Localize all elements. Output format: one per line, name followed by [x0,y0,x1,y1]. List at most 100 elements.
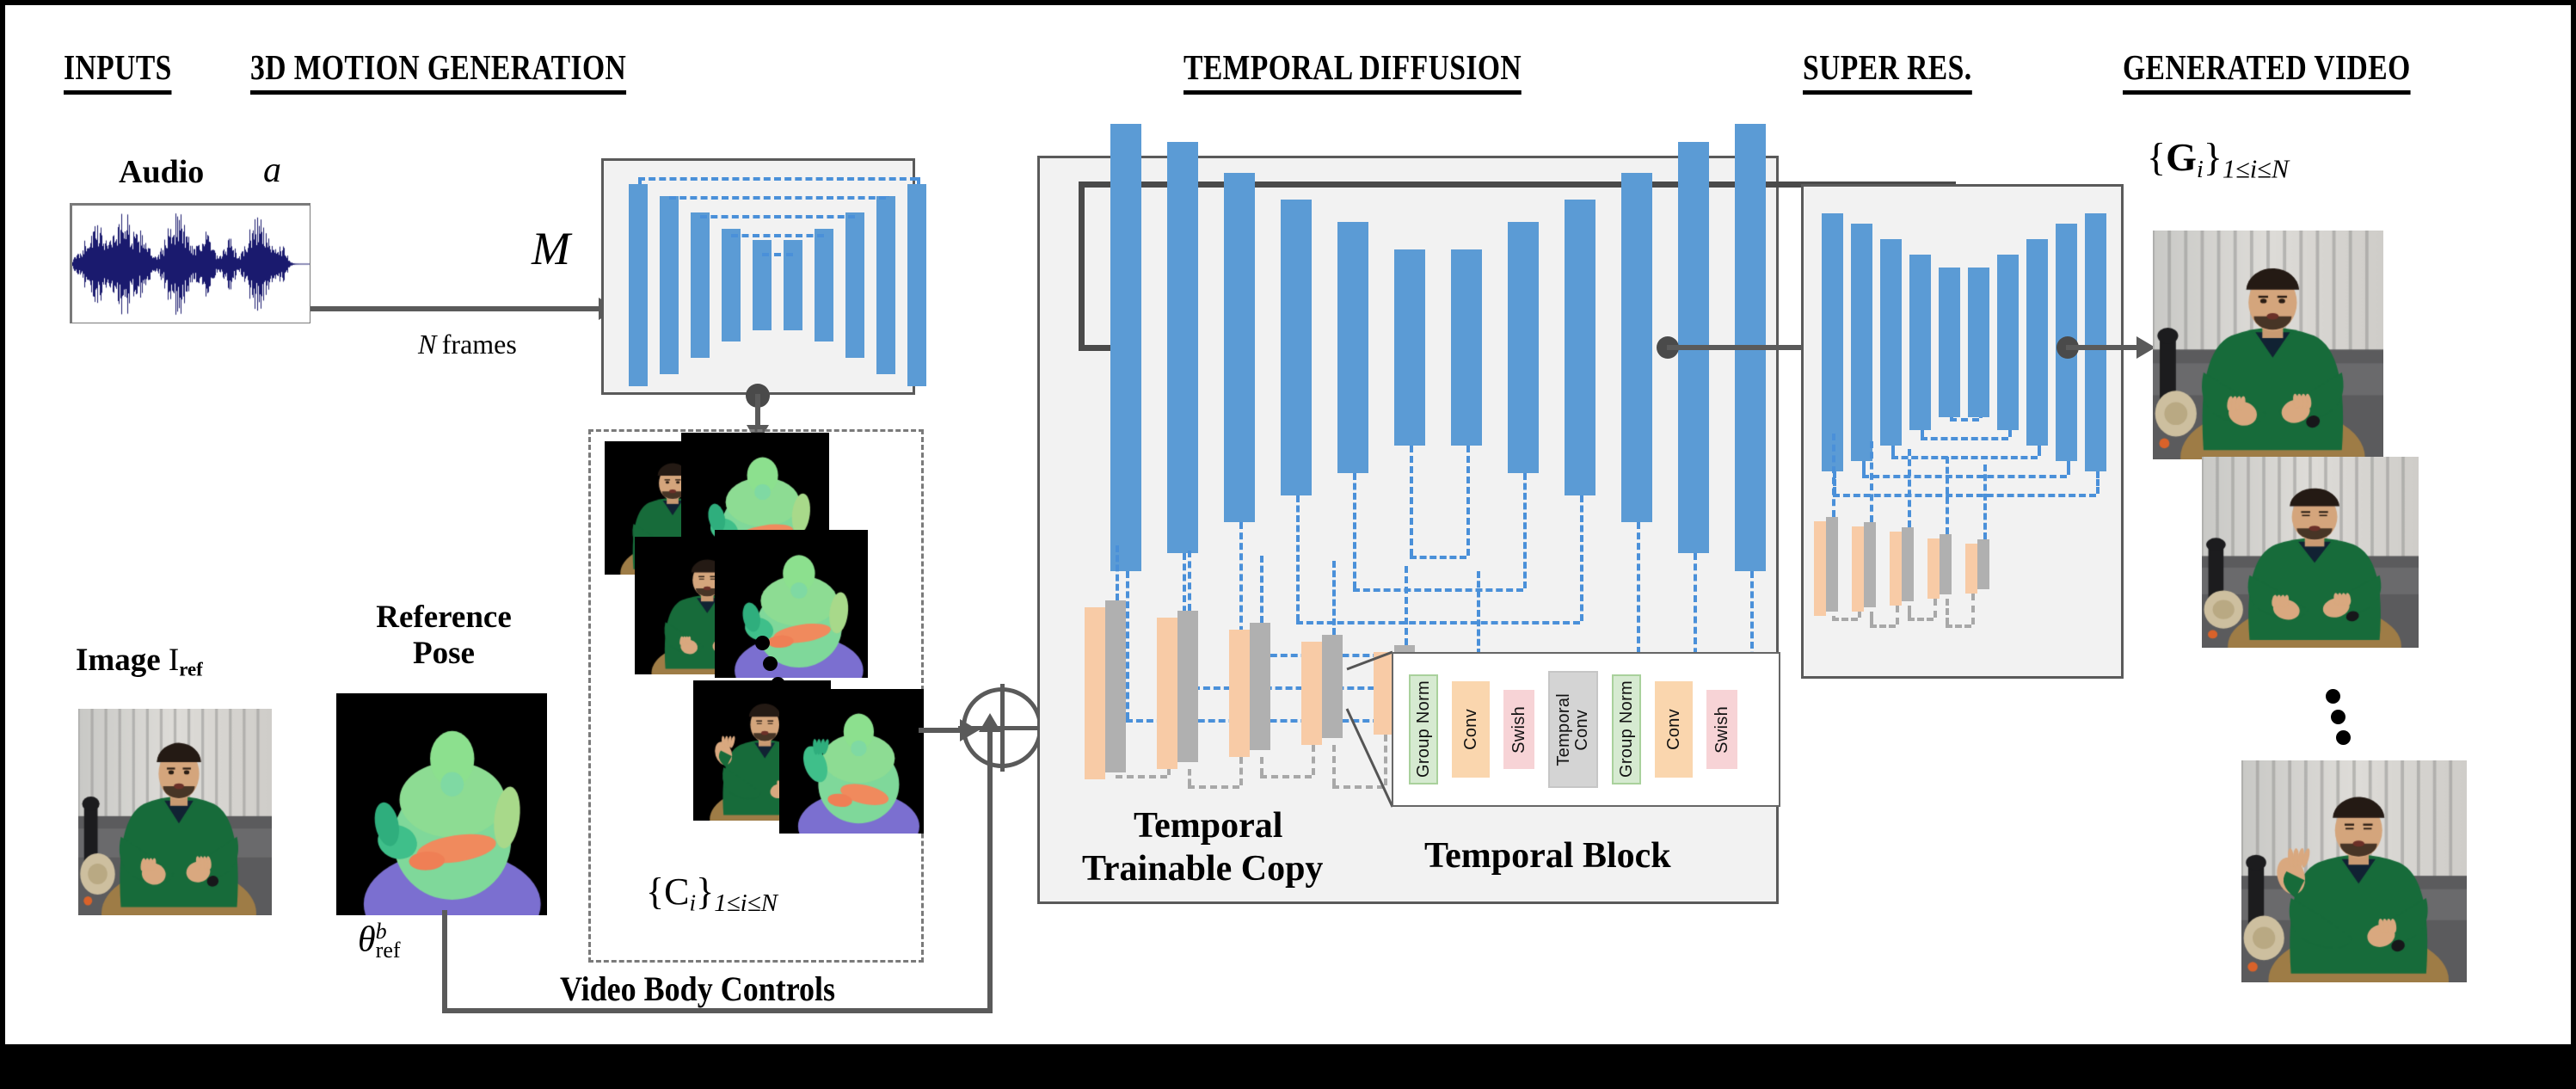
diffusion-unet-bar [1394,249,1425,446]
diffusion-unet-bar [1621,173,1652,522]
feedback-left-line [1079,182,1085,349]
conv-2-chip: Conv [1655,681,1693,778]
section-header-superres: SUPER RES. [1803,46,1972,95]
superres-skip-link [1949,418,1979,421]
output-index-i: i [2196,156,2204,183]
pose-down-line [442,910,447,1013]
frozen-to-copy-link [1260,556,1263,623]
temporal-block-caption: Temporal Block [1424,836,1671,876]
diffusion-unet-bar [1167,141,1198,554]
swish-1-chip: Swish [1503,690,1534,769]
sr-copy-skip-seg [1858,611,1861,618]
frames-word: frames [441,329,517,360]
section-header-inputs: INPUTS [64,46,172,95]
generated-frames-ellipsis [2326,689,2351,745]
pose-label-line1: Reference [376,600,512,635]
frozen-to-copy-link [1332,561,1336,635]
sr-copy-skip-link [1870,624,1896,628]
set-symbol-C: C [664,871,690,913]
copy-skip-seg [1260,757,1263,775]
group-norm-2-chip: Group Norm [1612,674,1641,784]
theta-glyph: θ [358,920,376,960]
sr-copy-bar-conv [1814,521,1826,616]
motion-skip-link [700,215,855,218]
controls-set-notation: {Ci}1≤i≤N [646,870,778,918]
pose-up-line [987,732,993,1012]
diffusion-skip-link [1296,621,1580,624]
superres-unet-bar [1968,268,1989,417]
edge-label-n-frames: N frames [418,329,517,360]
video-body-controls-caption: Video Body Controls [560,969,836,1008]
output-symbol-G: G [2166,135,2197,179]
superres-unet-bar [1909,255,1931,430]
image-symbol-sub: ref [179,658,203,680]
superres-skip-seg [2007,430,2012,437]
motion-skip-link [762,253,793,256]
sum-junction [958,684,1046,772]
diffusion-unet-bar [1337,222,1368,473]
output-open-brace: { [2147,135,2167,179]
copy-skip-seg [1167,769,1171,775]
superres-skip-seg [2037,446,2041,456]
sr-copy-bar-conv [1927,538,1940,600]
copy-bar-temporal [1250,623,1270,750]
motion-unet-bar [691,212,710,359]
diffusion-unet-bar [1110,124,1141,571]
set-range: 1≤i≤N [714,889,778,918]
section-header-video: GENERATED VIDEO [2123,46,2411,95]
superres-unet-bar [1939,268,1960,417]
copy-skip-seg [1239,757,1243,785]
output-range: 1≤i≤N [2222,154,2290,184]
output-close-brace: } [2203,135,2222,179]
generated-frame-n [2241,760,2467,982]
audio-label: Audio [119,154,205,190]
sr-copy-skip-seg [1971,593,1975,624]
diffusion-unet-bar [1281,200,1312,495]
superres-unet-bar [1851,224,1872,461]
sr-copy-skip-seg [1908,605,1911,618]
superres-skip-link [1861,475,2067,478]
diffusion-unet-bar [1565,200,1595,495]
sr-copy-skip-link [1946,624,1971,628]
superres-skip-seg [2066,461,2070,475]
superres-unet-bar [2026,239,2048,446]
superres-unet-bar [1822,213,1843,471]
diffusion-unet-bar [1508,222,1539,473]
frozen-to-copy-link [1405,566,1408,645]
temporal-conv-label: Temporal Conv [1554,692,1591,766]
diffusion-skip-link [1353,588,1523,592]
sr-copy-bar-temporal [1940,533,1952,595]
trainable-copy-label-line1: Temporal [1134,806,1283,846]
motion-unet-bar [876,196,895,374]
motion-skip-link [731,234,824,237]
sr-copy-bar-temporal [1902,527,1914,601]
generated-frame-2 [2202,457,2419,648]
sr-copy-bar-conv [1965,544,1977,594]
edge-label-M: M [532,223,570,274]
motion-unet-bar [660,196,679,374]
swish-2-chip: Swish [1706,690,1737,769]
superres-unet-bar [2085,213,2106,471]
diffusion-unet-bar [1224,173,1255,522]
copy-skip-link [1188,785,1239,789]
theta-sub: ref [375,937,401,963]
sr-copy-bar-temporal [1826,517,1838,612]
pose-label-line2: Pose [413,636,475,671]
diffusion-skip-seg [1410,446,1413,556]
copy-bar-conv [1085,607,1105,779]
superres-skip-seg [2095,471,2100,494]
conv-1-chip: Conv [1452,681,1490,778]
temporal-conv-chip: Temporal Conv [1548,671,1598,788]
audio-waveform-box [70,203,310,323]
conv-1-label: Conv [1460,709,1480,750]
control-frame-n-pose [779,689,924,834]
diffusion-skip-seg [1466,446,1470,556]
motion-unet-bar [845,212,864,359]
section-header-diffusion: TEMPORAL DIFFUSION [1183,46,1522,95]
image-symbol: I [168,643,180,678]
sr-copy-skip-link [1908,618,1934,621]
diffusion-skip-link [1410,556,1466,559]
superres-skip-seg [1920,430,1924,437]
group-norm-1-label: Group Norm [1413,680,1433,778]
superres-to-video-line [2066,345,2145,350]
